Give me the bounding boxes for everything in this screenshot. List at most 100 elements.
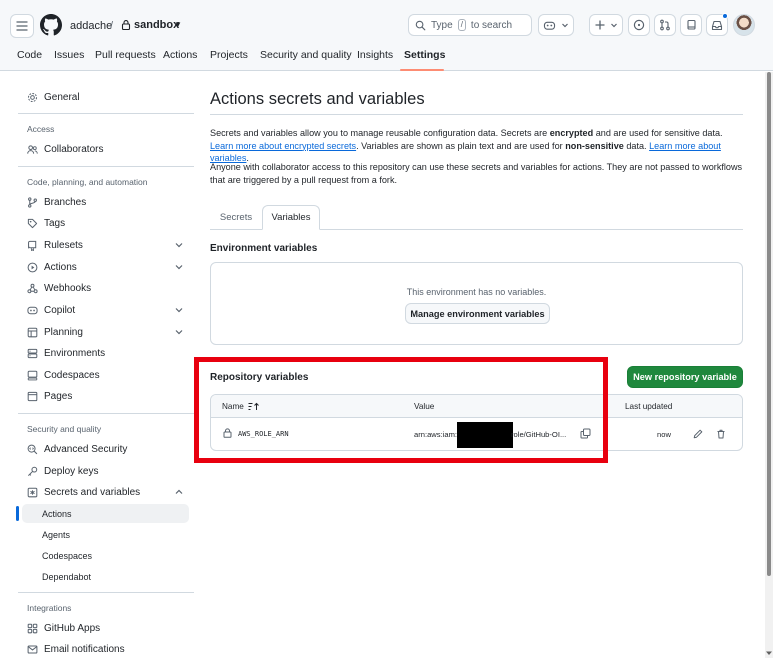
sidebar-heading-code-planning-automation: Code, planning, and automation: [27, 177, 148, 187]
tab-settings[interactable]: Settings: [404, 49, 445, 61]
sidebar-item-tags[interactable]: Tags: [27, 214, 65, 232]
settings-sidebar: General Access Collaborators Code, plann…: [0, 0, 200, 658]
search-input[interactable]: Type / to search: [408, 14, 532, 36]
git-branch-icon: [28, 196, 37, 208]
sidebar-item-github-apps[interactable]: GitHub Apps: [27, 619, 100, 637]
chevron-down-icon: [610, 23, 617, 28]
tab-secrets[interactable]: Secrets: [212, 205, 260, 230]
sidebar-item-collaborators[interactable]: Collaborators: [27, 140, 103, 158]
intro-text-part: and are used for sensitive data.: [593, 128, 723, 138]
repo-push-icon: [28, 240, 37, 251]
sidebar-item-label: Copilot: [44, 304, 76, 316]
last-updated-value: now: [657, 430, 671, 439]
notifications-button[interactable]: [706, 13, 728, 36]
search-prefix: Type: [431, 19, 453, 31]
sidebar-subitem-dependabot[interactable]: Dependabot: [42, 572, 91, 582]
learn-more-secrets-link[interactable]: Learn more about encrypted secrets: [210, 141, 356, 151]
search-icon: [415, 20, 426, 30]
sidebar-item-copilot[interactable]: Copilot: [27, 301, 75, 319]
gear-icon: [27, 92, 38, 102]
chevron-down-icon[interactable]: [174, 240, 184, 250]
copilot-button[interactable]: [538, 14, 574, 36]
key-icon: [28, 466, 38, 476]
red-highlight-box: [194, 357, 608, 463]
sidebar-item-codespaces[interactable]: Codespaces: [27, 366, 100, 384]
browser-icon: [27, 391, 38, 401]
sidebar-item-label: General: [44, 91, 80, 103]
sidebar-item-environments[interactable]: Environments: [27, 344, 105, 362]
sidebar-item-label: GitHub Apps: [44, 622, 101, 634]
sidebar-item-actions[interactable]: Actions: [27, 258, 77, 276]
sidebar-divider: [18, 413, 194, 414]
sidebar-item-label: Deploy keys: [44, 465, 99, 477]
sidebar-item-label: Advanced Security: [44, 443, 128, 455]
mail-icon: [27, 645, 38, 653]
sidebar-item-planning[interactable]: Planning: [27, 323, 83, 341]
intro-emphasis-encrypted: encrypted: [549, 128, 594, 138]
sidebar-item-rulesets[interactable]: Rulesets: [27, 236, 83, 254]
trash-icon[interactable]: [716, 429, 726, 439]
sidebar-item-pages[interactable]: Pages: [27, 387, 72, 405]
sidebar-item-label: Webhooks: [44, 282, 92, 294]
sidebar-subitem-actions[interactable]: Actions: [42, 509, 72, 519]
scroll-down-arrow-icon[interactable]: [766, 650, 772, 656]
chevron-down-icon: [562, 23, 568, 28]
sidebar-item-label: Planning: [44, 326, 83, 338]
sidebar-subitem-agents[interactable]: Agents: [42, 530, 70, 540]
empty-state-text: This environment has no variables.: [406, 287, 547, 297]
tag-icon: [27, 218, 38, 228]
tab-security-and-quality[interactable]: Security and quality: [260, 49, 352, 61]
sidebar-item-advanced-security[interactable]: Advanced Security: [27, 440, 127, 458]
environment-variables-box: This environment has no variables. Manag…: [210, 262, 743, 345]
chevron-down-icon[interactable]: [174, 327, 184, 337]
chevron-up-icon[interactable]: [174, 487, 184, 497]
inbox-icon: [711, 20, 723, 30]
active-tab-underline: [400, 69, 444, 71]
sidebar-item-label: Environments: [44, 347, 106, 359]
sidebar-item-label: Tags: [44, 217, 66, 229]
sidebar-item-label: Codespaces: [44, 369, 100, 381]
repositories-button[interactable]: [680, 14, 702, 36]
sidebar-item-general[interactable]: General: [27, 88, 80, 106]
chevron-down-icon[interactable]: [174, 262, 184, 272]
webhook-icon: [27, 283, 38, 293]
tab-insights[interactable]: Insights: [357, 49, 393, 61]
user-avatar[interactable]: [733, 14, 755, 36]
sidebar-item-secrets-and-variables[interactable]: Secrets and variables: [27, 483, 140, 501]
sidebar-divider: [18, 166, 194, 167]
sidebar-active-indicator: [16, 506, 19, 521]
column-header-last-updated: Last updated: [625, 402, 673, 411]
manage-environment-variables-button[interactable]: Manage environment variables: [405, 303, 550, 324]
intro-text-part: Secrets and variables allow you to manag…: [210, 128, 550, 138]
sidebar-item-branches[interactable]: Branches: [27, 193, 86, 211]
sidebar-divider: [18, 113, 194, 114]
apps-icon: [27, 623, 38, 633]
sidebar-heading-security: Security and quality: [27, 424, 102, 434]
sidebar-item-email-notifications[interactable]: Email notifications: [27, 640, 125, 658]
chevron-down-icon[interactable]: [174, 305, 184, 315]
intro-emphasis-non-sensitive: non-sensitive: [565, 140, 624, 151]
key-asterisk-icon: [27, 487, 38, 497]
pencil-icon[interactable]: [693, 429, 703, 439]
people-icon: [27, 144, 38, 154]
sidebar-item-label: Secrets and variables: [44, 486, 141, 498]
sidebar-item-webhooks[interactable]: Webhooks: [27, 279, 91, 297]
pull-requests-button[interactable]: [654, 14, 676, 36]
sidebar-item-deploy-keys[interactable]: Deploy keys: [27, 462, 98, 480]
tab-projects[interactable]: Projects: [210, 49, 248, 61]
tab-variables[interactable]: Variables: [262, 205, 320, 230]
sidebar-item-label: Branches: [44, 196, 87, 208]
codespaces-icon: [27, 370, 38, 380]
scrollbar-thumb[interactable]: [767, 72, 771, 576]
create-new-button[interactable]: [589, 14, 623, 36]
table-icon: [27, 327, 38, 337]
codescan-icon: [27, 444, 38, 454]
environment-variables-heading: Environment variables: [210, 243, 318, 254]
access-note: Anyone with collaborator access to this …: [210, 162, 743, 185]
copilot-icon: [27, 306, 38, 314]
new-repository-variable-button[interactable]: New repository variable: [627, 366, 743, 388]
server-icon: [27, 348, 38, 358]
title-divider: [210, 114, 743, 115]
sidebar-subitem-codespaces[interactable]: Codespaces: [42, 551, 92, 561]
issues-button[interactable]: [628, 14, 650, 36]
